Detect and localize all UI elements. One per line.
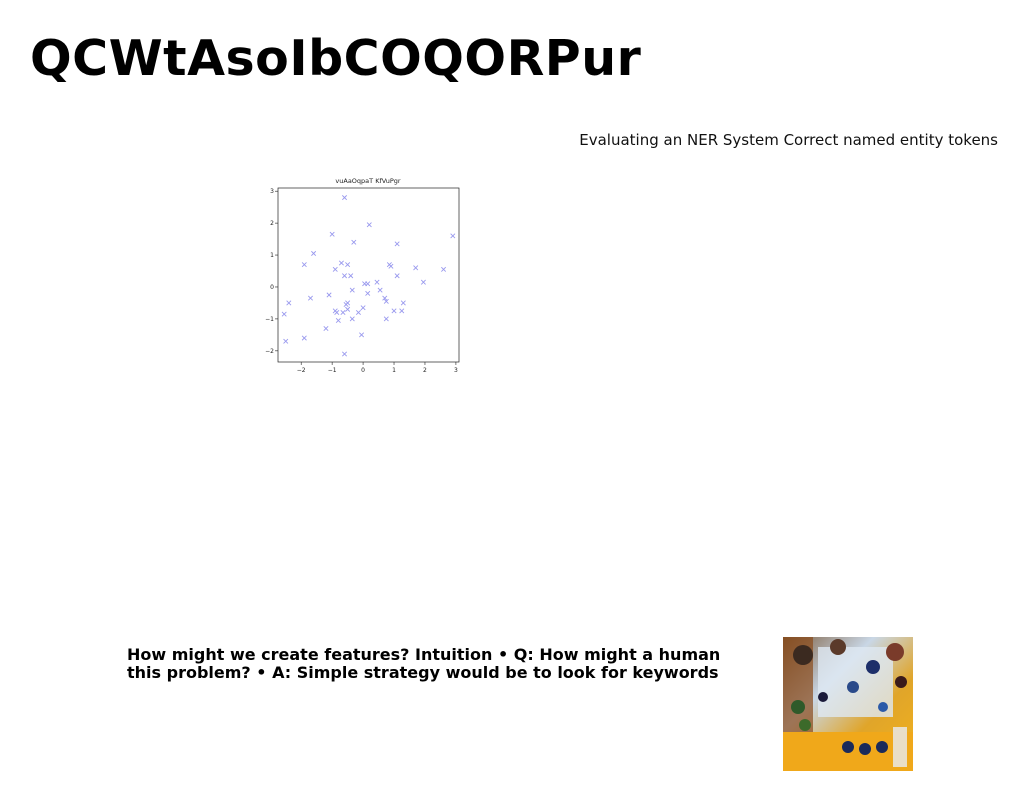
data-point <box>359 332 365 338</box>
y-tick-label: 2 <box>270 220 274 227</box>
photo-thumbnail <box>783 637 913 771</box>
x-tick-label: 1 <box>392 367 396 374</box>
chart-title: vuAaOqpaT KfVuPgr <box>335 177 401 185</box>
photo-image <box>783 637 913 771</box>
data-point <box>394 273 400 279</box>
data-point <box>388 263 394 269</box>
x-tick-label: 0 <box>361 367 365 374</box>
data-point <box>286 300 292 306</box>
x-tick-label: 3 <box>454 367 458 374</box>
data-point <box>326 292 332 298</box>
data-point <box>345 306 351 312</box>
data-point <box>323 325 329 331</box>
data-point <box>383 316 389 322</box>
data-point <box>340 309 346 316</box>
body-text: How might we create features? Intuition … <box>127 646 747 682</box>
data-point <box>360 305 366 311</box>
slide-title: QCWtAsoIbCOQORPur <box>30 30 642 87</box>
data-point <box>335 317 341 324</box>
y-tick-label: −2 <box>265 348 274 355</box>
data-points <box>281 195 456 357</box>
y-tick-label: −1 <box>265 316 274 323</box>
data-point <box>343 302 349 308</box>
data-point <box>342 273 348 279</box>
data-point <box>342 195 348 201</box>
x-tick-label: −2 <box>297 367 306 374</box>
data-point <box>355 309 361 316</box>
body-line-2: this problem? • A: Simple strategy would… <box>127 663 719 682</box>
figure-caption: Evaluating an NER System Correct named e… <box>579 131 998 149</box>
y-tick-label: 0 <box>270 284 274 291</box>
data-point <box>301 262 307 268</box>
data-point <box>365 290 371 296</box>
plot-area <box>277 187 460 363</box>
data-point <box>391 308 397 314</box>
data-point <box>374 279 380 285</box>
data-point <box>307 295 314 301</box>
data-point <box>441 266 447 272</box>
data-point <box>420 279 426 285</box>
data-point <box>366 222 372 228</box>
data-point <box>394 241 400 247</box>
data-point <box>329 231 335 237</box>
y-tick-label: 3 <box>270 188 274 195</box>
data-point <box>332 266 338 272</box>
chart-svg: vuAaOqpaT KfVuPgr −2 −1 0 1 2 3 −2 −1 0 1 2 3 <box>265 177 460 374</box>
data-point <box>351 239 357 245</box>
data-point <box>348 273 354 279</box>
data-point <box>399 308 405 314</box>
data-point <box>342 351 348 357</box>
axis-ticks: −2 −1 0 1 2 3 −2 −1 0 1 2 3 <box>265 188 458 374</box>
data-point <box>349 316 355 322</box>
x-tick-label: −1 <box>328 367 337 374</box>
data-point <box>281 311 287 317</box>
data-point <box>365 281 371 287</box>
data-point <box>377 287 383 293</box>
x-tick-label: 2 <box>423 367 427 374</box>
data-point <box>334 309 340 316</box>
data-point <box>413 265 419 271</box>
scatter-plot: vuAaOqpaT KfVuPgr −2 −1 0 1 2 3 −2 −1 0 1 2 3 <box>258 172 470 378</box>
y-tick-label: 1 <box>270 252 274 259</box>
data-point <box>349 287 355 293</box>
data-point <box>345 262 351 268</box>
data-point <box>301 335 307 341</box>
data-point <box>400 300 406 306</box>
data-point <box>311 250 317 256</box>
body-line-1: How might we create features? Intuition … <box>127 645 721 664</box>
data-point <box>338 260 344 266</box>
data-point <box>283 338 289 344</box>
data-point <box>450 233 456 239</box>
